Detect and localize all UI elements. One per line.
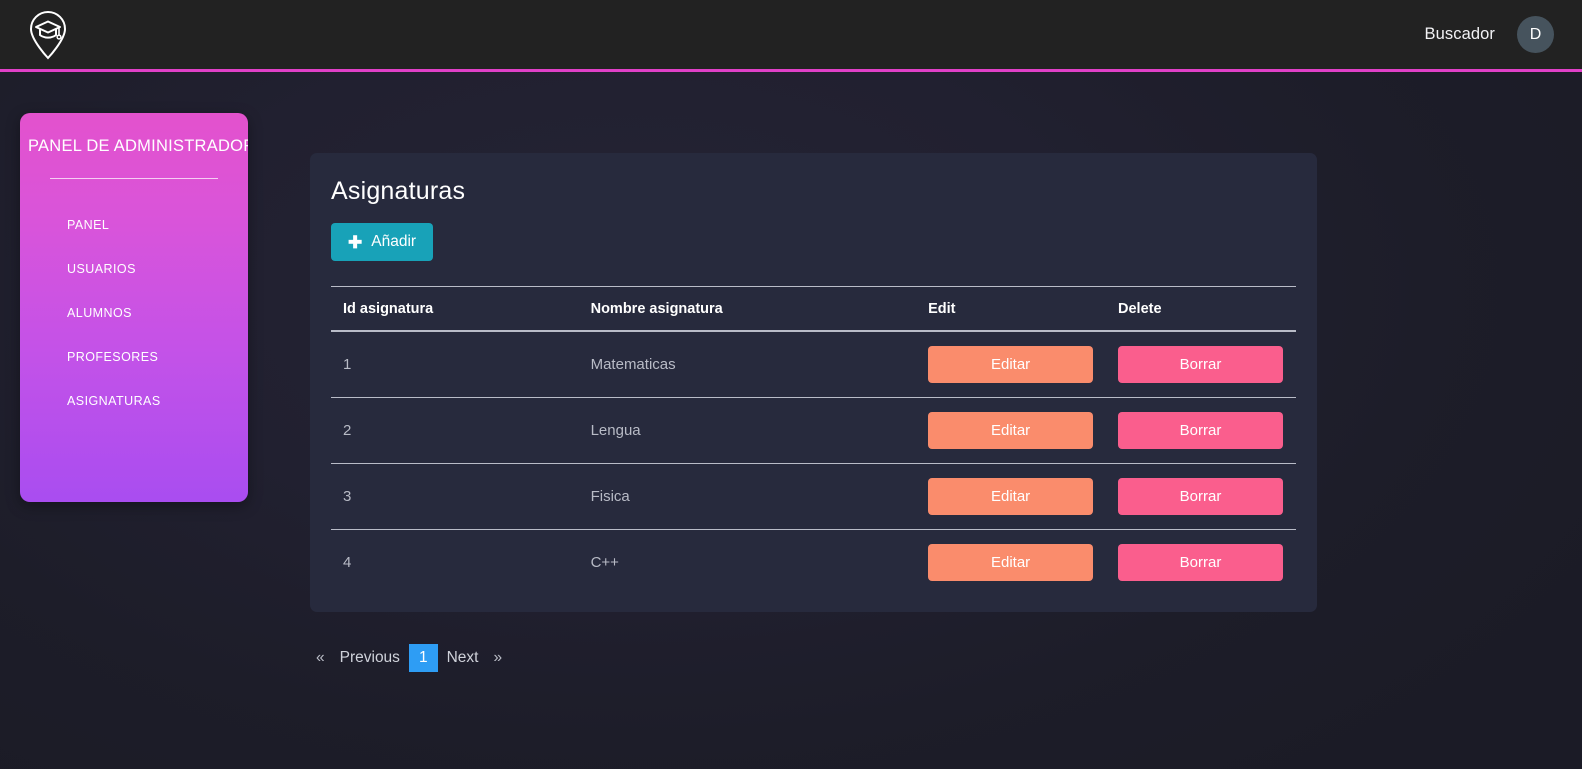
cell-nombre: C++	[590, 554, 619, 571]
navbar-right-group: Buscador D	[1424, 16, 1554, 53]
nav-link-buscador[interactable]: Buscador	[1424, 25, 1495, 44]
delete-button[interactable]: Borrar	[1118, 412, 1284, 449]
admin-sidebar: PANEL DE ADMINISTRADOR PANEL USUARIOS AL…	[20, 113, 248, 502]
table-row: 2 Lengua Editar Borrar	[331, 397, 1296, 464]
sidebar-item-label-alumnos[interactable]: ALUMNOS	[20, 291, 248, 335]
cell-nombre: Fisica	[578, 463, 917, 530]
edit-button[interactable]: Editar	[928, 544, 1094, 581]
edit-button[interactable]: Editar	[928, 346, 1094, 383]
table-header-row: Id asignatura Nombre asignatura Edit Del…	[331, 286, 1296, 332]
table-head: Id asignatura Nombre asignatura Edit Del…	[331, 286, 1296, 332]
cell-delete: Borrar	[1106, 530, 1296, 596]
pagination-last-link[interactable]: »	[487, 644, 508, 672]
sidebar-divider	[50, 178, 218, 179]
cell-delete: Borrar	[1106, 331, 1296, 398]
cell-id: 4	[343, 554, 352, 571]
page-title: Asignaturas	[331, 177, 466, 205]
delete-button[interactable]: Borrar	[1118, 544, 1284, 581]
add-asignatura-button[interactable]: ✚ Añadir	[331, 223, 434, 261]
sidebar-title: PANEL DE ADMINISTRADOR	[28, 137, 248, 155]
pagination: « Previous 1 Next »	[310, 644, 508, 672]
edit-button[interactable]: Editar	[928, 412, 1094, 449]
sidebar-item-asignaturas[interactable]: ASIGNATURAS	[20, 379, 248, 423]
pagination-first-link[interactable]: «	[310, 644, 331, 672]
asignaturas-table: Id asignatura Nombre asignatura Edit Del…	[331, 286, 1296, 595]
column-header-delete: Delete	[1106, 286, 1296, 332]
sidebar-item-label-panel[interactable]: PANEL	[20, 203, 248, 247]
pagination-page-1[interactable]: 1	[408, 644, 438, 672]
cell-edit: Editar	[916, 397, 1107, 464]
sidebar-item-usuarios[interactable]: USUARIOS	[20, 247, 248, 291]
cell-delete: Borrar	[1106, 463, 1296, 530]
cell-nombre: Lengua	[578, 397, 917, 464]
table-row: 4 C++ Editar Borrar	[331, 530, 1296, 596]
avatar[interactable]: D	[1517, 16, 1554, 53]
edit-button[interactable]: Editar	[928, 478, 1094, 515]
cell-edit: Editar	[916, 331, 1107, 398]
column-header-id: Id asignatura	[331, 286, 579, 332]
add-button-label: Añadir	[371, 233, 417, 250]
top-navbar: Buscador D	[0, 0, 1582, 72]
pagination-next-link[interactable]: Next	[438, 644, 488, 672]
plus-icon: ✚	[348, 232, 363, 252]
cell-delete: Borrar	[1106, 397, 1296, 464]
table-row: 1 Matematicas Editar Borrar	[331, 331, 1296, 398]
pagination-previous-link[interactable]: Previous	[331, 644, 409, 672]
sidebar-item-alumnos[interactable]: ALUMNOS	[20, 291, 248, 335]
cell-id: 2	[331, 397, 579, 464]
asignaturas-panel: Asignaturas ✚ Añadir Id asignatura Nombr…	[310, 153, 1317, 612]
sidebar-item-label-profesores[interactable]: PROFESORES	[20, 335, 248, 379]
sidebar-item-panel[interactable]: PANEL	[20, 203, 248, 247]
table-row: 3 Fisica Editar Borrar	[331, 463, 1296, 530]
cell-nombre: Matematicas	[578, 331, 917, 398]
sidebar-item-label-usuarios[interactable]: USUARIOS	[20, 247, 248, 291]
delete-button[interactable]: Borrar	[1118, 346, 1284, 383]
table-body: 1 Matematicas Editar Borrar 2 Lengua Edi…	[331, 331, 1296, 595]
cell-id: 3	[331, 463, 579, 530]
sidebar-item-profesores[interactable]: PROFESORES	[20, 335, 248, 379]
cell-edit: Editar	[916, 530, 1106, 596]
sidebar-item-label-asignaturas[interactable]: ASIGNATURAS	[20, 379, 248, 423]
column-header-edit: Edit	[916, 286, 1107, 332]
sidebar-menu: PANEL USUARIOS ALUMNOS PROFESORES ASIGNA…	[20, 203, 248, 423]
cell-edit: Editar	[916, 463, 1107, 530]
graduation-cap-pin-icon[interactable]	[22, 6, 74, 64]
delete-button[interactable]: Borrar	[1118, 478, 1284, 515]
app-root: Buscador D PANEL DE ADMINISTRADOR PANEL …	[0, 0, 1582, 769]
column-header-nombre: Nombre asignatura	[578, 286, 917, 332]
cell-id: 1	[331, 331, 579, 398]
